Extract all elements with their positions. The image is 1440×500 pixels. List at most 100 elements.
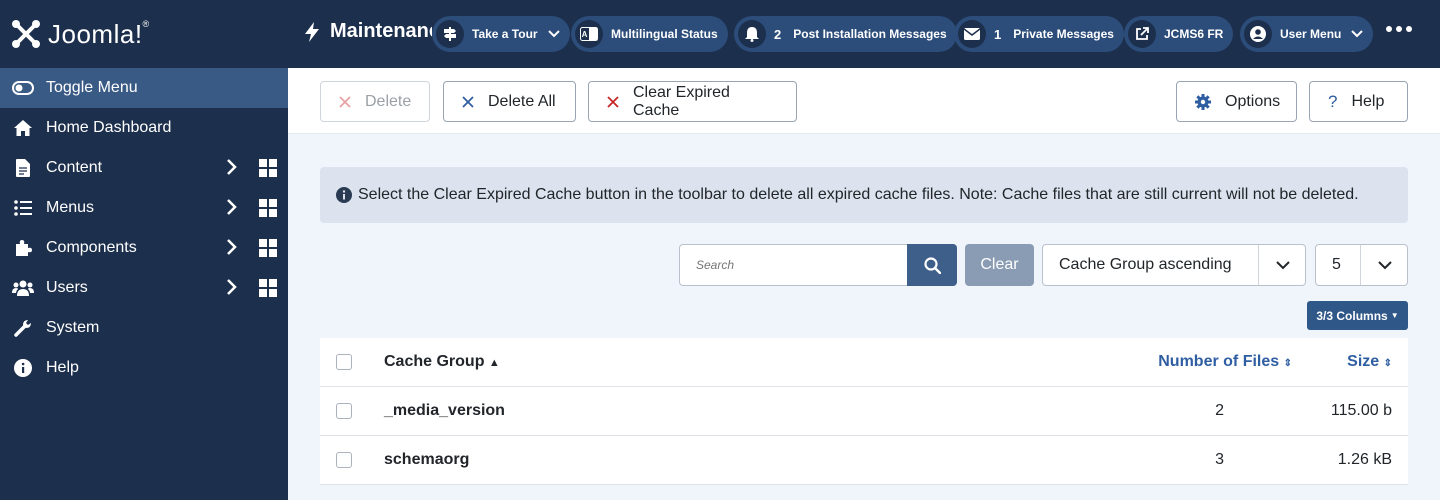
language-icon: A	[575, 20, 603, 48]
pill-label: JCMS6 FR	[1164, 27, 1224, 41]
sidebar-item-users[interactable]: Users	[0, 268, 288, 308]
sort-icon: ⇕	[1283, 358, 1292, 369]
user-menu-button[interactable]: User Menu	[1240, 16, 1374, 52]
search-input[interactable]	[679, 244, 908, 286]
multilingual-status-button[interactable]: A Multilingual Status	[571, 16, 728, 52]
external-link-icon	[1128, 20, 1156, 48]
header: Maintenance: Clear Cache Take a Tour A M…	[288, 0, 1440, 68]
private-messages-button[interactable]: 1 Private Messages	[954, 16, 1124, 52]
puzzle-icon	[12, 238, 34, 258]
caret-down-icon: ▼	[1390, 311, 1399, 320]
help-label: Help	[1351, 92, 1385, 110]
sort-size-link[interactable]: Size ⇕	[1347, 353, 1392, 371]
list-limit-select[interactable]: 5	[1315, 244, 1408, 286]
sidebar-item-components[interactable]: Components	[0, 228, 288, 268]
cache-group-name: _media_version	[384, 402, 505, 419]
cache-size: 115.00 b	[1330, 402, 1392, 419]
signpost-icon	[436, 20, 464, 48]
list-icon	[12, 198, 34, 218]
chevron-down-icon	[1351, 30, 1364, 38]
ordering-value: Cache Group ascending	[1059, 256, 1232, 273]
sidebar-item-system[interactable]: System	[0, 308, 288, 348]
chevron-right-icon[interactable]	[226, 158, 238, 181]
cache-size: 1.26 kB	[1337, 451, 1392, 468]
table-row: _media_version 2 115.00 b	[320, 387, 1408, 436]
info-icon	[12, 358, 34, 378]
row-checkbox[interactable]	[336, 452, 352, 468]
dashboard-grid-icon[interactable]	[259, 199, 277, 222]
sort-number-of-files-link[interactable]: Number of Files ⇕	[1158, 353, 1292, 371]
sidebar-item-label: Toggle Menu	[46, 79, 138, 96]
user-icon	[1244, 20, 1272, 48]
users-icon	[12, 278, 34, 298]
table-row: schemaorg 3 1.26 kB	[320, 436, 1408, 485]
brand-name: Joomla!®	[48, 18, 150, 49]
columns-dropdown-button[interactable]: 3/3 Columns ▼	[1307, 301, 1408, 330]
help-button[interactable]: ? Help	[1309, 81, 1408, 122]
options-label: Options	[1225, 92, 1281, 110]
sidebar-item-label: Users	[46, 279, 88, 296]
table-header-row: Cache Group ▲ Number of Files ⇕ Size ⇕	[320, 338, 1408, 387]
sidebar-item-help[interactable]: Help	[0, 348, 288, 388]
delete-label: Delete	[365, 92, 412, 110]
alert-text: Select the Clear Expired Cache button in…	[358, 186, 1359, 203]
chevron-right-icon[interactable]	[226, 238, 238, 261]
take-a-tour-button[interactable]: Take a Tour	[432, 16, 570, 52]
home-icon	[12, 118, 34, 138]
ordering-select[interactable]: Cache Group ascending	[1042, 244, 1306, 286]
row-checkbox[interactable]	[336, 403, 352, 419]
header-label: Cache Group	[384, 353, 485, 370]
sidebar-item-toggle-menu[interactable]: Toggle Menu	[0, 68, 288, 108]
sidebar-item-menus[interactable]: Menus	[0, 188, 288, 228]
close-icon	[607, 95, 619, 108]
search-button[interactable]	[907, 244, 957, 286]
site-link-button[interactable]: JCMS6 FR	[1124, 16, 1234, 52]
sidebar-item-label: Home Dashboard	[46, 119, 172, 136]
chevron-right-icon[interactable]	[226, 278, 238, 301]
clear-expired-label: Clear Expired Cache	[633, 83, 730, 119]
delete-all-button[interactable]: Delete All	[443, 81, 576, 122]
gear-icon	[1195, 93, 1211, 110]
dashboard-grid-icon[interactable]	[259, 279, 277, 302]
sidebar-item-label: System	[46, 319, 100, 336]
columns-label: 3/3 Columns	[1316, 308, 1388, 323]
file-icon	[12, 158, 34, 178]
file-count: 3	[1215, 451, 1224, 468]
file-count: 2	[1215, 402, 1224, 419]
pill-label: Post Installation Messages	[793, 27, 947, 41]
bolt-icon	[305, 21, 319, 42]
delete-button[interactable]: Delete	[320, 81, 430, 122]
toolbar: Delete Delete All Clear Expired Cache Op…	[288, 68, 1440, 134]
post-installation-messages-button[interactable]: 2 Post Installation Messages	[734, 16, 957, 52]
more-options-icon[interactable]	[1386, 26, 1412, 32]
chevron-down-icon	[1378, 261, 1392, 270]
sidebar: Joomla!® Toggle Menu Home Dashboard Cont…	[0, 0, 288, 500]
close-icon	[339, 95, 351, 108]
wrench-icon	[12, 318, 34, 338]
sidebar-item-content[interactable]: Content	[0, 148, 288, 188]
pill-label: Private Messages	[1013, 27, 1114, 41]
toggle-icon	[12, 78, 34, 98]
sort-cache-group-link[interactable]: Cache Group ▲	[384, 353, 500, 371]
clear-expired-cache-button[interactable]: Clear Expired Cache	[588, 81, 797, 122]
page-title: Maintenance: Clear Cache	[304, 20, 432, 43]
info-circle-icon	[336, 187, 352, 203]
cache-table: Cache Group ▲ Number of Files ⇕ Size ⇕ _…	[320, 338, 1408, 485]
dashboard-grid-icon[interactable]	[259, 239, 277, 262]
header-label: Size	[1347, 353, 1380, 370]
sidebar-item-home-dashboard[interactable]: Home Dashboard	[0, 108, 288, 148]
chevron-right-icon[interactable]	[226, 198, 238, 221]
chevron-down-icon	[1276, 261, 1290, 270]
page-title-text: Maintenance: Clear Cache	[330, 20, 432, 42]
info-alert: Select the Clear Expired Cache button in…	[320, 167, 1408, 223]
bell-icon	[738, 20, 766, 48]
joomla-logo[interactable]: Joomla!®	[0, 0, 288, 68]
select-all-checkbox[interactable]	[336, 354, 352, 370]
clear-button[interactable]: Clear	[965, 244, 1034, 286]
search-icon	[923, 256, 941, 274]
pill-label: Take a Tour	[472, 27, 538, 41]
cache-group-name: schemaorg	[384, 451, 470, 468]
dashboard-grid-icon[interactable]	[259, 159, 277, 182]
sidebar-item-label: Content	[46, 159, 103, 176]
options-button[interactable]: Options	[1176, 81, 1297, 122]
